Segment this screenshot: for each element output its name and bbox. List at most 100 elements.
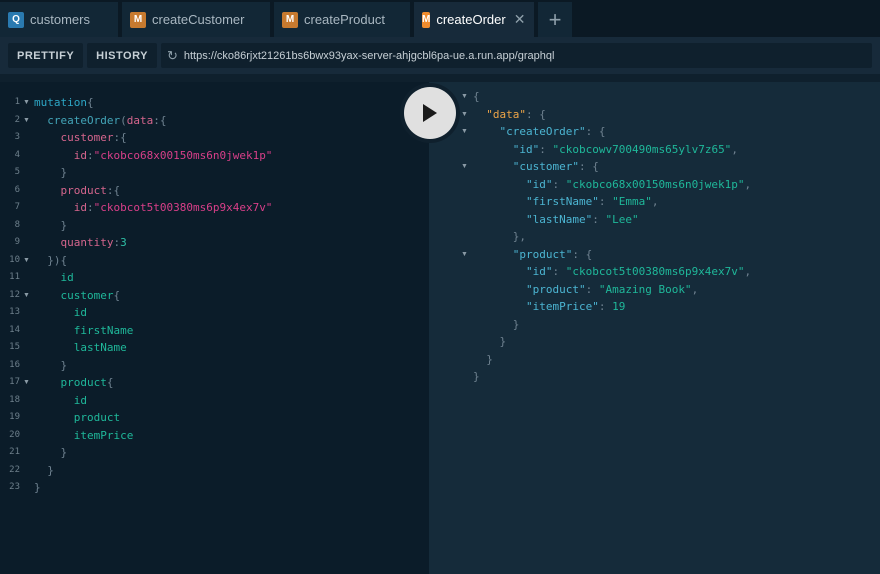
code-line: "product": { <box>473 246 592 264</box>
execute-query-button[interactable] <box>404 87 456 139</box>
mutation-badge-icon: M <box>130 11 146 28</box>
fold-toggle-icon[interactable]: ▼ <box>461 123 468 141</box>
code-token: , <box>691 282 699 296</box>
tab-label: createOrder <box>436 12 506 27</box>
code-token: 19 <box>612 300 626 313</box>
code-token: : { <box>526 107 546 121</box>
code-token: product <box>60 183 107 197</box>
code-line: id <box>34 392 87 410</box>
fold-toggle-icon[interactable]: ▼ <box>23 287 30 305</box>
fold-toggle-icon[interactable]: ▼ <box>23 112 30 130</box>
code-token: customer <box>60 131 114 144</box>
code-token: "Lee" <box>605 212 639 226</box>
tab-customers[interactable]: Q customers <box>0 2 118 37</box>
code-line: } <box>34 164 67 182</box>
code-token: , <box>731 142 738 156</box>
code-token: "id" <box>512 142 540 156</box>
query-badge-icon: Q <box>8 11 24 28</box>
line-number: 6 <box>14 184 20 195</box>
fold-toggle-icon[interactable]: ▼ <box>23 374 30 392</box>
code-token: "ckobcot5t00380ms6p9x4ex7v" <box>565 265 745 278</box>
code-line: product{ <box>34 374 114 392</box>
code-line: product <box>34 409 120 427</box>
code-token: id <box>73 201 87 214</box>
code-token: "lastName" <box>525 212 593 226</box>
code-token: :{ <box>113 131 127 144</box>
reload-icon[interactable]: ↻ <box>167 48 178 64</box>
result-viewer: ▼ { ▼ "data": { ▼ "createOrder": { "id": "c… <box>429 82 880 574</box>
tab-create-product[interactable]: M createProduct <box>274 2 410 37</box>
code-line: "product": "Amazing Book", <box>473 281 698 299</box>
code-line: } <box>34 357 67 375</box>
code-token: , <box>651 195 659 208</box>
history-button[interactable]: HISTORY <box>87 43 157 68</box>
code-line: }){ <box>34 252 67 270</box>
code-token: createOrder <box>47 113 121 127</box>
code-token: 3 <box>120 236 127 249</box>
close-icon[interactable]: ✕ <box>514 11 526 28</box>
line-number: 15 <box>9 342 20 352</box>
code-line: "lastName": "Lee" <box>473 211 639 229</box>
code-token: "ckobco68x00150ms6n0jwek1p" <box>93 148 273 162</box>
line-number: 14 <box>9 324 20 335</box>
code-token: "Emma" <box>612 195 652 208</box>
code-token: { <box>473 90 480 103</box>
code-token: : <box>598 300 613 313</box>
tab-label: createProduct <box>304 12 385 27</box>
code-line: product:{ <box>34 182 121 200</box>
code-line: id:"ckobco68x00150ms6n0jwek1p" <box>34 147 273 165</box>
code-token: : { <box>585 125 606 138</box>
code-line: itemPrice <box>34 427 134 445</box>
code-line: createOrder(data:{ <box>34 112 166 130</box>
prettify-button[interactable]: PRETTIFY <box>8 43 84 68</box>
code-token: : <box>552 177 566 191</box>
fold-toggle-icon[interactable]: ▼ <box>23 252 30 270</box>
code-token: id <box>73 306 87 319</box>
code-token: :{ <box>106 183 121 197</box>
fold-toggle-icon[interactable]: ▼ <box>461 246 468 264</box>
fold-toggle-icon[interactable]: ▼ <box>461 106 468 124</box>
fold-toggle-icon[interactable]: ▼ <box>461 158 468 176</box>
query-editor[interactable]: 1 ▼ mutation{2 ▼ createOrder(data:{3 custom… <box>0 82 429 574</box>
code-token: , <box>744 265 752 278</box>
code-token: ( <box>120 113 127 127</box>
code-line: } <box>34 479 41 497</box>
tab-bar: Q customers M createCustomer M createPro… <box>0 0 880 37</box>
line-number: 8 <box>14 219 20 230</box>
code-token: "customer" <box>512 160 579 173</box>
fold-toggle-icon[interactable]: ▼ <box>461 88 468 106</box>
code-line: "id": "ckobcot5t00380ms6p9x4ex7v", <box>473 263 751 281</box>
line-number: 21 <box>9 447 20 457</box>
code-line: "data": { <box>473 106 546 124</box>
endpoint-url-input[interactable]: ↻ https://cko86rjxt21261bs6bwx93yax-serv… <box>160 43 872 68</box>
code-line: id <box>34 269 74 287</box>
line-number: 11 <box>9 272 20 282</box>
tab-create-customer[interactable]: M createCustomer <box>122 2 270 37</box>
tab-create-order[interactable]: M createOrder ✕ <box>414 2 534 37</box>
mutation-badge-icon: M <box>422 11 431 28</box>
code-token: }, <box>473 230 526 243</box>
fold-toggle-icon[interactable]: ▼ <box>23 94 30 112</box>
code-line: "createOrder": { <box>473 123 606 141</box>
line-number: 1 <box>14 97 20 107</box>
code-token: "id" <box>525 177 553 191</box>
code-token: : <box>592 212 606 226</box>
add-tab-button[interactable]: + <box>538 2 572 37</box>
code-token: } <box>473 370 480 383</box>
code-token: id <box>60 271 74 284</box>
